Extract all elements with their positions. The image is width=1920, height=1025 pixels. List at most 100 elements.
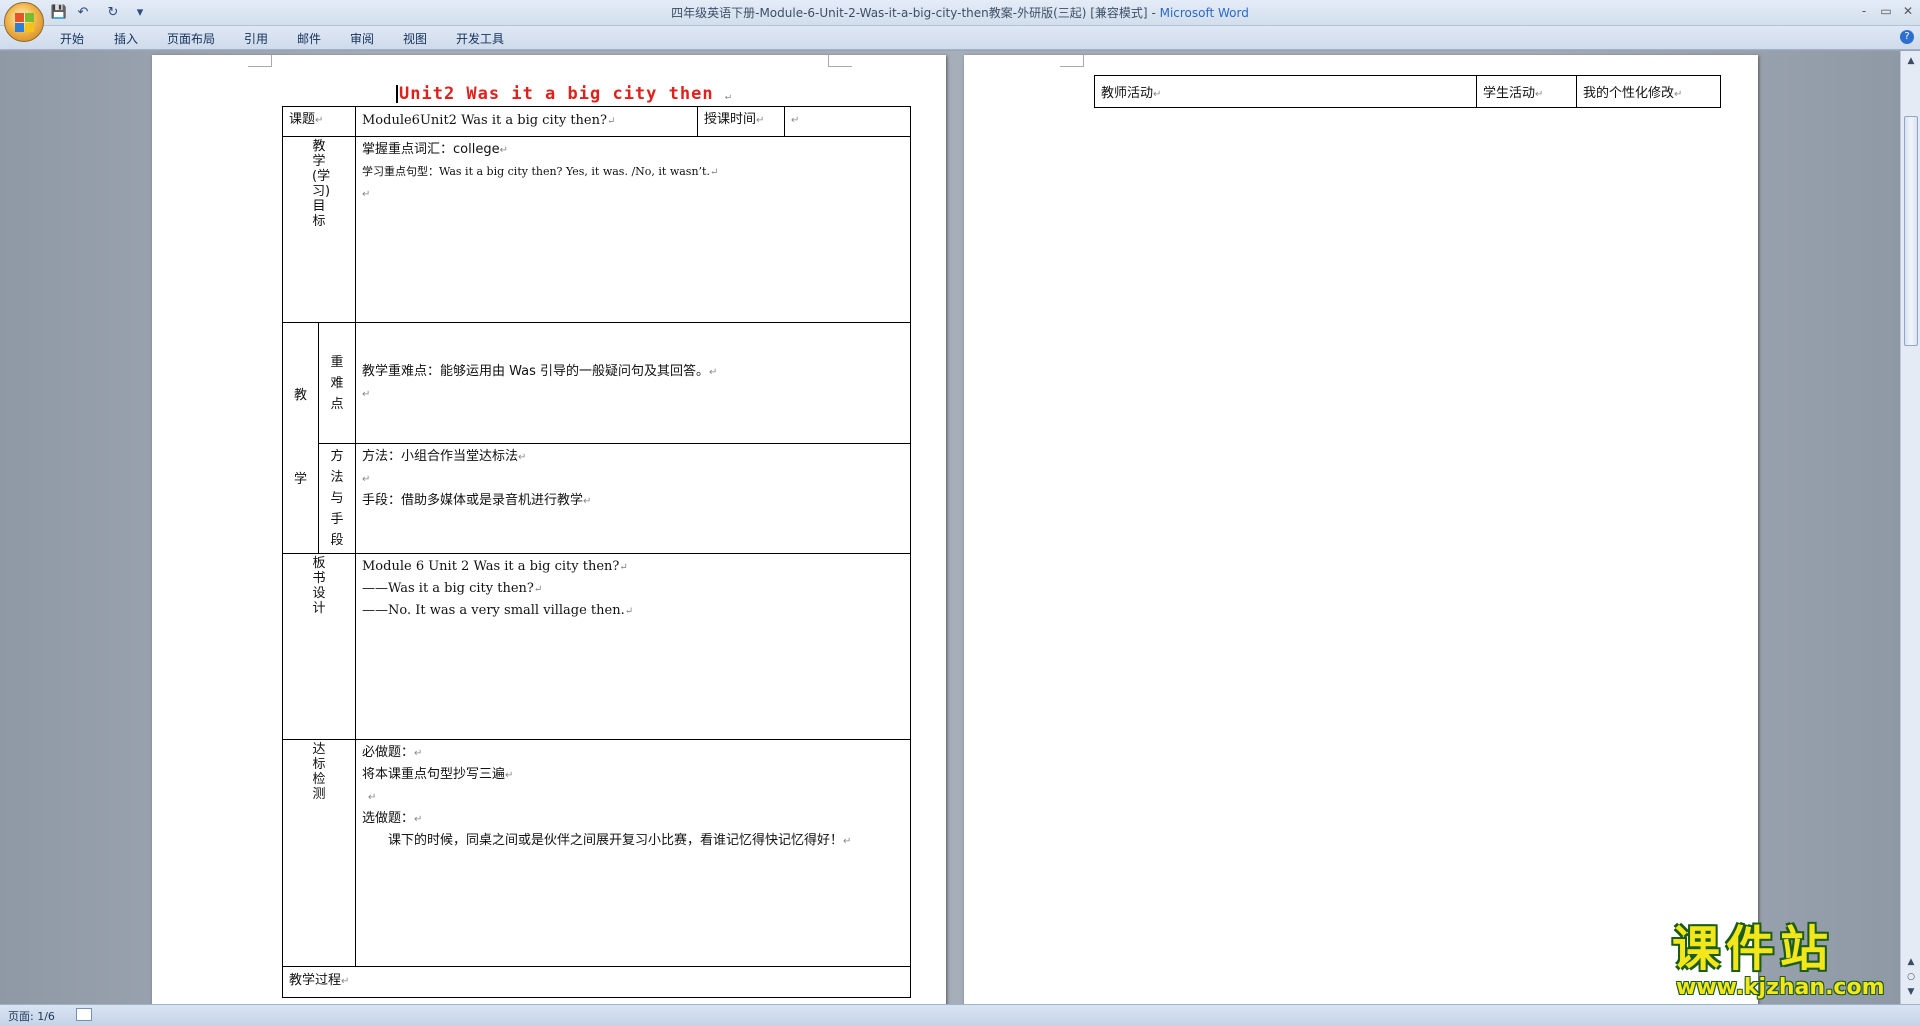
- tab-home[interactable]: 开始: [60, 30, 84, 47]
- paragraph-mark: ↵: [619, 562, 628, 573]
- process-label-cell[interactable]: 教学过程↵: [282, 966, 911, 998]
- watermark-brand: 课件站: [1672, 921, 1835, 977]
- topic-label: 课题: [289, 112, 316, 127]
- paragraph-mark: ↵: [518, 452, 527, 463]
- board-line-1: Module 6 Unit 2 Was it a big city then?: [362, 559, 620, 574]
- window-title: 四年级英语下册-Module-6-Unit-2-Was-it-a-big-cit…: [0, 4, 1920, 21]
- watermark-url: www.kjzhan.com: [1676, 975, 1885, 1000]
- teaching-process-table: 教师活动↵ 学生活动↵ 我的个性化修改↵: [1094, 75, 1721, 108]
- margin-corner-mark: [1060, 55, 1084, 67]
- document-heading: Unit2 Was it a big city then ↵: [396, 84, 732, 104]
- test-line-1: 必做题：: [362, 745, 415, 760]
- office-button[interactable]: [4, 2, 44, 42]
- goals-label: 教学(学习)目标: [312, 139, 331, 229]
- board-line-2: ——Was it a big city then?: [362, 581, 534, 596]
- document-workspace[interactable]: Unit2 Was it a big city then ↵ 课题↵ Modul…: [0, 51, 1900, 1004]
- topic-value-cell[interactable]: Module6Unit2 Was it a big city then?↵: [355, 106, 698, 137]
- time-value-cell[interactable]: ↵: [784, 106, 911, 137]
- paragraph-mark: ↵: [724, 91, 732, 102]
- paragraph-mark: ↵: [843, 836, 852, 847]
- restore-button[interactable]: ▭: [1876, 2, 1896, 20]
- paragraph-mark: ↵: [583, 496, 592, 507]
- test-line-3: 选做题：: [362, 811, 415, 826]
- personal-edit-cell[interactable]: 我的个性化修改↵: [1576, 75, 1721, 108]
- paragraph-mark: ↵: [362, 389, 371, 400]
- goals-content-cell[interactable]: 掌握重点词汇：college↵ 学习重点句型：Was it a big city…: [355, 136, 911, 323]
- text-cursor: [396, 85, 398, 103]
- test-line-4: 课下的时候，同桌之间或是伙伴之间展开复习小比赛，看谁记忆得快记忆得好！: [388, 833, 844, 848]
- page-2[interactable]: 教师活动↵ 学生活动↵ 我的个性化修改↵: [964, 55, 1758, 1004]
- board-content-cell[interactable]: Module 6 Unit 2 Was it a big city then?↵…: [355, 553, 911, 740]
- paragraph-mark: ↵: [533, 584, 543, 595]
- keypoint-label: 重难点: [330, 354, 344, 412]
- tab-developer[interactable]: 开发工具: [456, 30, 504, 47]
- keypoint-label-cell[interactable]: 重难点: [318, 322, 356, 444]
- teach-label-cell[interactable]: 教学: [282, 322, 319, 554]
- scroll-up-icon[interactable]: ▲: [1904, 55, 1918, 67]
- status-bar: 页面: 1/6: [0, 1004, 1920, 1025]
- process-label: 教学过程: [289, 973, 342, 988]
- teacher-activity-label: 教师活动: [1101, 86, 1154, 101]
- test-label: 达标检测: [312, 742, 326, 802]
- goals-label-cell[interactable]: 教学(学习)目标: [282, 136, 356, 323]
- board-label: 板书设计: [312, 556, 326, 616]
- vertical-scrollbar[interactable]: ▲ ▲ ○ ▼: [1900, 51, 1920, 1004]
- help-icon[interactable]: ?: [1900, 30, 1914, 44]
- paragraph-mark: ↵: [362, 474, 371, 485]
- topic-value: Module6Unit2 Was it a big city then?: [362, 113, 607, 128]
- lesson-plan-table: 课题↵ Module6Unit2 Was it a big city then?…: [282, 106, 911, 998]
- document-name: 四年级英语下册-Module-6-Unit-2-Was-it-a-big-cit…: [671, 6, 1148, 20]
- page-1[interactable]: Unit2 Was it a big city then ↵ 课题↵ Modul…: [152, 55, 946, 1004]
- method-label-cell[interactable]: 方法与手段: [318, 443, 356, 554]
- close-button[interactable]: ✕: [1898, 2, 1918, 20]
- paragraph-mark: ↵: [624, 606, 634, 617]
- topic-label-cell[interactable]: 课题↵: [282, 106, 356, 137]
- paragraph-mark: ↵: [606, 116, 616, 127]
- method-line-2: 手段：借助多媒体或是录音机进行教学: [362, 493, 584, 508]
- paragraph-mark: ↵: [315, 115, 324, 126]
- app-name: Microsoft Word: [1159, 6, 1249, 20]
- tab-view[interactable]: 视图: [403, 30, 427, 47]
- goals-line-1: 掌握重点词汇：college: [362, 142, 500, 157]
- tab-mailings[interactable]: 邮件: [297, 30, 321, 47]
- margin-corner-mark: [248, 55, 272, 67]
- student-activity-cell[interactable]: 学生活动↵: [1476, 75, 1577, 108]
- tab-references[interactable]: 引用: [244, 30, 268, 47]
- paragraph-mark: ↵: [414, 748, 423, 759]
- office-logo-icon: [15, 13, 35, 33]
- method-content-cell[interactable]: 方法：小组合作当堂达标法↵ ↵ 手段：借助多媒体或是录音机进行教学↵: [355, 443, 911, 554]
- tab-review[interactable]: 审阅: [350, 30, 374, 47]
- test-content-cell[interactable]: 必做题：↵ 将本课重点句型抄写三遍↵ ↵ 选做题：↵ 课下的时候，同桌之间或是伙…: [355, 739, 911, 967]
- tab-page-layout[interactable]: 页面布局: [167, 30, 215, 47]
- time-label: 授课时间: [704, 112, 757, 127]
- board-line-3: ——No. It was a very small village then.: [362, 603, 625, 618]
- test-line-2: 将本课重点句型抄写三遍: [362, 767, 506, 782]
- test-label-cell[interactable]: 达标检测: [282, 739, 356, 967]
- paragraph-mark: ↵: [341, 976, 350, 987]
- teacher-activity-cell[interactable]: 教师活动↵: [1094, 75, 1477, 108]
- paragraph-mark: ↵: [709, 367, 718, 378]
- paragraph-mark: ↵: [709, 167, 719, 178]
- title-bar: 💾 ↶ ↻ ▾ 四年级英语下册-Module-6-Unit-2-Was-it-a…: [0, 0, 1920, 42]
- paragraph-mark: ↵: [1153, 89, 1162, 100]
- ribbon-tab-bar: 开始 插入 页面布局 引用 邮件 审阅 视图 开发工具 ?: [0, 26, 1920, 50]
- keypoint-value: 教学重难点：能够运用由 Was 引导的一般疑问句及其回答。: [362, 364, 710, 379]
- watermark-logo: 课件站 www.kjzhan.com: [1672, 923, 1908, 1001]
- title-separator: -: [1147, 6, 1160, 20]
- paragraph-mark: ↵: [1674, 89, 1683, 100]
- paragraph-mark: ↵: [368, 792, 377, 803]
- proofing-icon[interactable]: [76, 1008, 92, 1021]
- paragraph-mark: ↵: [756, 115, 765, 126]
- paragraph-mark: ↵: [499, 145, 508, 156]
- tab-insert[interactable]: 插入: [114, 30, 138, 47]
- time-label-cell[interactable]: 授课时间↵: [697, 106, 785, 137]
- method-line-1: 方法：小组合作当堂达标法: [362, 449, 519, 464]
- method-label: 方法与手段: [330, 449, 344, 548]
- page-counter[interactable]: 页面: 1/6: [8, 1008, 55, 1024]
- student-activity-label: 学生活动: [1483, 86, 1536, 101]
- board-label-cell[interactable]: 板书设计: [282, 553, 356, 740]
- minimize-button[interactable]: -: [1854, 2, 1874, 20]
- keypoint-content-cell[interactable]: 教学重难点：能够运用由 Was 引导的一般疑问句及其回答。↵ ↵: [355, 322, 911, 444]
- scrollbar-thumb[interactable]: [1904, 116, 1918, 346]
- paragraph-mark: ↵: [362, 189, 371, 200]
